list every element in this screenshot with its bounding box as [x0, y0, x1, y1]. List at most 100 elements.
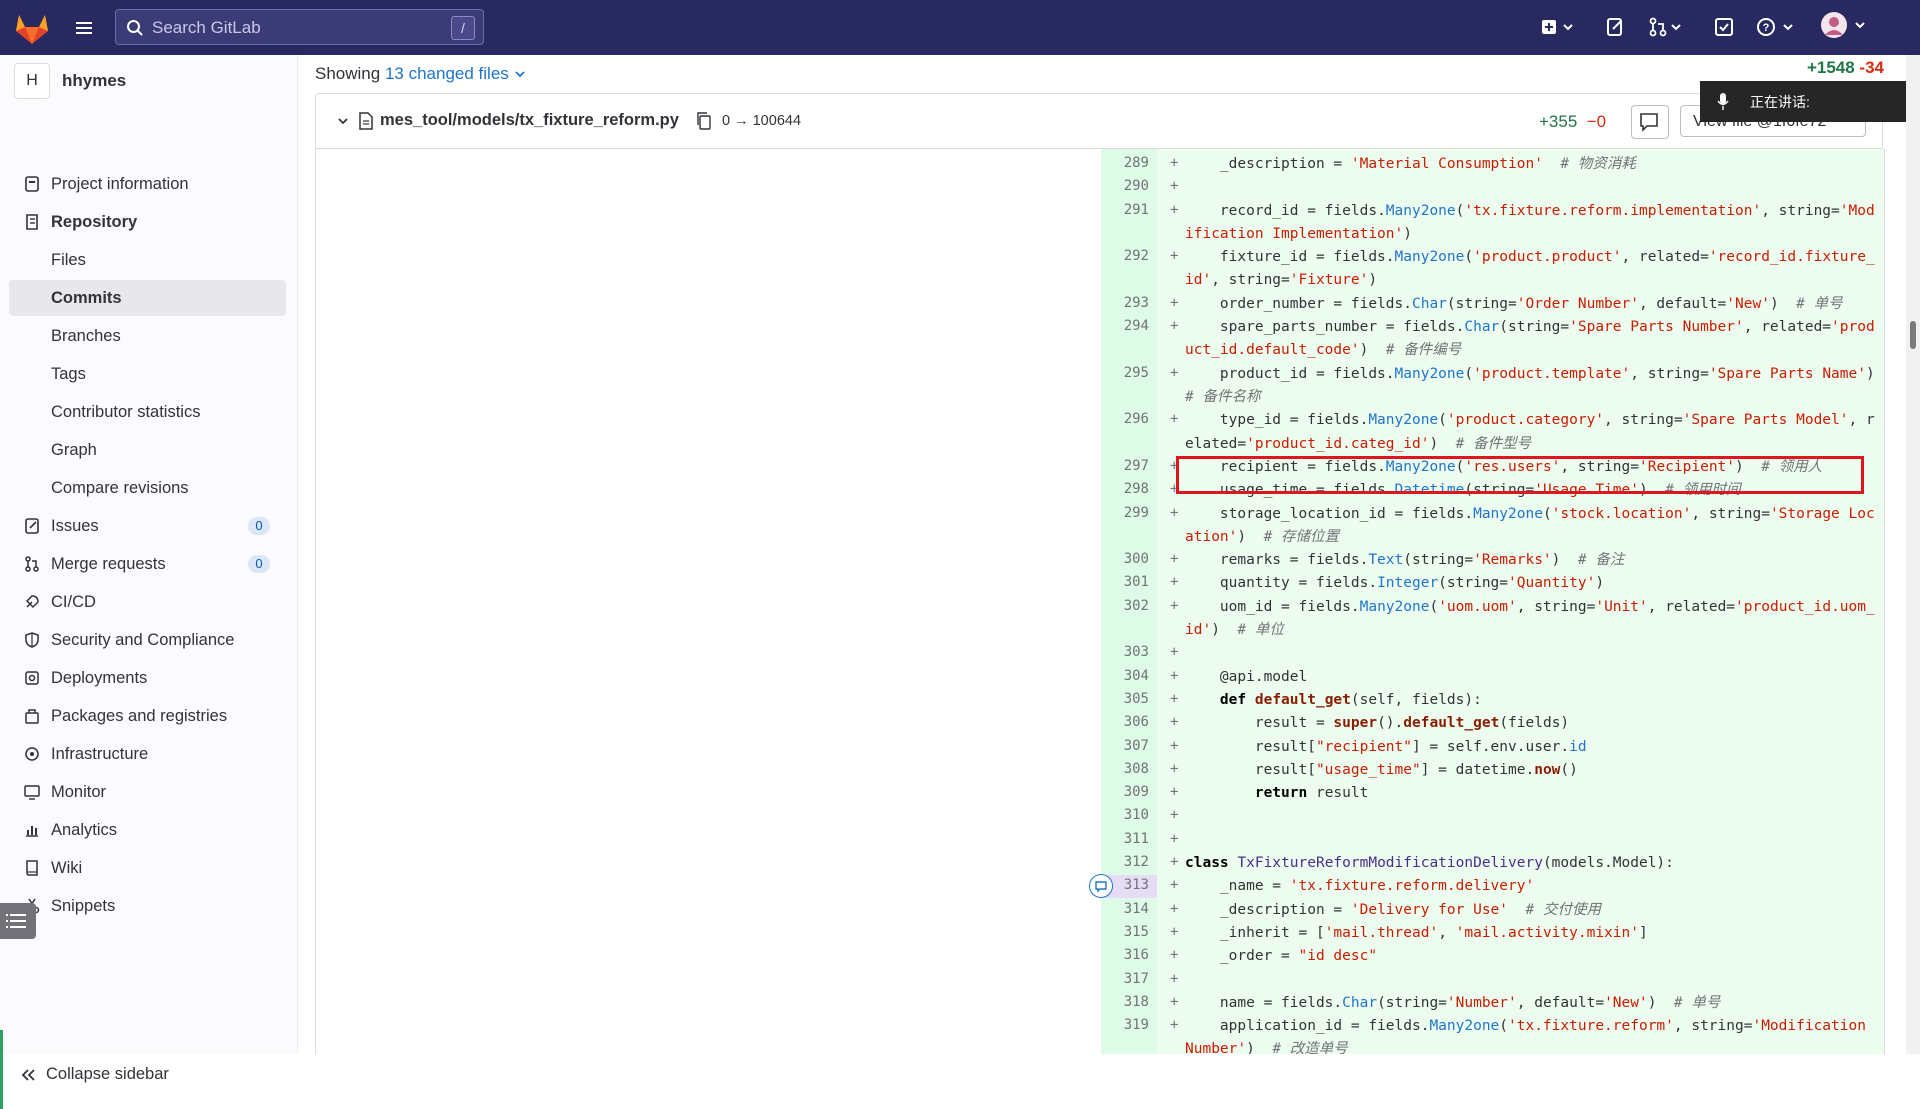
- changed-files-link[interactable]: 13 changed files: [385, 64, 509, 83]
- line-number[interactable]: 308: [1101, 761, 1149, 777]
- search-input[interactable]: [150, 16, 434, 40]
- sidebar-item-monitor[interactable]: Monitor: [9, 774, 286, 810]
- line-number[interactable]: 317: [1101, 971, 1149, 987]
- line-number[interactable]: 304: [1101, 668, 1149, 684]
- create-new-button[interactable]: [1540, 16, 1576, 38]
- showing-label: Showing: [315, 64, 381, 83]
- sidebar-item-graph[interactable]: Graph: [9, 432, 286, 468]
- code-line: _description = 'Material Consumption' # …: [1185, 156, 1636, 172]
- toggle-comments-button[interactable]: [1631, 105, 1669, 139]
- merge-requests-button[interactable]: [1648, 16, 1684, 38]
- todos-button[interactable]: [1714, 16, 1734, 38]
- line-number[interactable]: 291: [1101, 202, 1149, 218]
- line-number[interactable]: 294: [1101, 318, 1149, 334]
- line-number[interactable]: 312: [1101, 854, 1149, 870]
- line-number[interactable]: 292: [1101, 248, 1149, 264]
- sidebar-item-snippets[interactable]: Snippets: [9, 888, 286, 924]
- sidebar-item-repository[interactable]: Repository: [9, 204, 286, 240]
- issues-button[interactable]: [1605, 16, 1625, 38]
- project-icon: [25, 176, 39, 192]
- diff-line: 308 + result["usage_time"] = datetime.now…: [316, 759, 1884, 782]
- line-number[interactable]: 306: [1101, 714, 1149, 730]
- copy-icon[interactable]: [696, 112, 712, 130]
- repository-icon: [26, 214, 38, 230]
- code-line: remarks = fields.Text(string='Remarks') …: [1185, 552, 1625, 569]
- sidebar-item-commits[interactable]: Commits: [9, 280, 286, 316]
- sidebar-item-compare-revisions[interactable]: Compare revisions: [9, 470, 286, 506]
- line-number[interactable]: 289: [1101, 155, 1149, 171]
- search-icon: [127, 20, 143, 36]
- gitlab-logo-icon[interactable]: [14, 11, 50, 45]
- line-number[interactable]: 316: [1101, 947, 1149, 963]
- line-number[interactable]: 298: [1101, 481, 1149, 497]
- line-number[interactable]: 293: [1101, 295, 1149, 311]
- line-number[interactable]: 318: [1101, 994, 1149, 1010]
- scrollbar[interactable]: [1906, 55, 1920, 1054]
- line-number[interactable]: 307: [1101, 738, 1149, 754]
- project-header[interactable]: H hhymes: [14, 63, 126, 99]
- sidebar-item-deployments[interactable]: Deployments: [9, 660, 286, 696]
- line-number[interactable]: 310: [1101, 807, 1149, 823]
- search-box[interactable]: /: [115, 9, 484, 45]
- sidebar-item-files[interactable]: Files: [9, 242, 286, 278]
- line-number[interactable]: 301: [1101, 574, 1149, 590]
- microphone-icon: [1717, 92, 1729, 110]
- line-number[interactable]: 297: [1101, 458, 1149, 474]
- line-number[interactable]: 305: [1101, 691, 1149, 707]
- table-of-contents-button[interactable]: [0, 903, 36, 939]
- collapse-sidebar-label: Collapse sidebar: [46, 1065, 169, 1083]
- added-line-marker: +: [1170, 574, 1179, 591]
- code-line: return result: [1254, 785, 1369, 802]
- highlight-annotation-box: [1176, 456, 1864, 494]
- sidebar-item-analytics[interactable]: Analytics: [9, 812, 286, 848]
- book-icon: [26, 860, 38, 876]
- line-number[interactable]: 302: [1101, 598, 1149, 614]
- file-path[interactable]: mes_tool/models/tx_fixture_reform.py: [380, 111, 679, 130]
- diff-line: 296 + type_id = fields.Many2one('product.…: [316, 409, 1884, 456]
- sidebar-item-infrastructure[interactable]: Infrastructure: [9, 736, 286, 772]
- speaking-text: 正在讲话:: [1750, 93, 1810, 110]
- line-number[interactable]: 290: [1101, 178, 1149, 194]
- sidebar-item-wiki[interactable]: Wiki: [9, 850, 286, 886]
- sidebar-item-contributor-statistics[interactable]: Contributor statistics: [9, 394, 286, 430]
- scrollbar-thumb[interactable]: [1910, 321, 1916, 349]
- line-number[interactable]: 300: [1101, 551, 1149, 567]
- line-number[interactable]: 314: [1101, 901, 1149, 917]
- sidebar-item-label: Project information: [51, 174, 189, 193]
- hamburger-icon[interactable]: [70, 14, 98, 42]
- line-number[interactable]: 296: [1101, 411, 1149, 427]
- sidebar-item-ci-cd[interactable]: CI/CD: [9, 584, 286, 620]
- sidebar-item-security-and-compliance[interactable]: Security and Compliance: [9, 622, 286, 658]
- help-icon: ?: [1757, 18, 1793, 36]
- added-line-marker: +: [1170, 737, 1179, 754]
- changed-files-dropdown[interactable]: 13 changed files: [385, 64, 526, 83]
- line-number[interactable]: 315: [1101, 924, 1149, 940]
- monitor-icon: [24, 785, 40, 800]
- diff-line: 318 + name = fields.Char(string='Number',…: [316, 992, 1884, 1015]
- line-number[interactable]: 319: [1101, 1017, 1149, 1033]
- sidebar-item-tags[interactable]: Tags: [9, 356, 286, 392]
- help-button[interactable]: ?: [1756, 16, 1796, 38]
- diff-line: 300 + remarks = fields.Text(string='Remar…: [316, 549, 1884, 572]
- sidebar-item-label: Commits: [51, 288, 122, 307]
- diff-line: 313 + _name = 'tx.fixture.reform.delivery…: [316, 875, 1884, 898]
- line-number[interactable]: 309: [1101, 784, 1149, 800]
- collapse-sidebar-button[interactable]: Collapse sidebar: [20, 1065, 169, 1084]
- chevron-down-icon[interactable]: [336, 114, 350, 128]
- sidebar-item-project-information[interactable]: Project information: [9, 166, 286, 202]
- sidebar-item-merge-requests[interactable]: Merge requests 0: [9, 546, 286, 582]
- code-line: _inherit = ['mail.thread', 'mail.activit…: [1185, 924, 1648, 941]
- line-number[interactable]: 295: [1101, 365, 1149, 381]
- line-number[interactable]: 313: [1101, 877, 1149, 893]
- count-badge: 0: [248, 517, 270, 535]
- sidebar-item-label: Contributor statistics: [51, 402, 201, 421]
- sidebar-item-issues[interactable]: Issues 0: [9, 508, 286, 544]
- sidebar-item-branches[interactable]: Branches: [9, 318, 286, 354]
- diff-line: 305 + def default_get(self, fields):: [316, 689, 1884, 712]
- sidebar-item-packages-and-registries[interactable]: Packages and registries: [9, 698, 286, 734]
- line-number[interactable]: 303: [1101, 644, 1149, 660]
- list-icon: [6, 914, 26, 928]
- line-number[interactable]: 299: [1101, 505, 1149, 521]
- line-number[interactable]: 311: [1101, 831, 1149, 847]
- user-menu-button[interactable]: [1820, 12, 1870, 38]
